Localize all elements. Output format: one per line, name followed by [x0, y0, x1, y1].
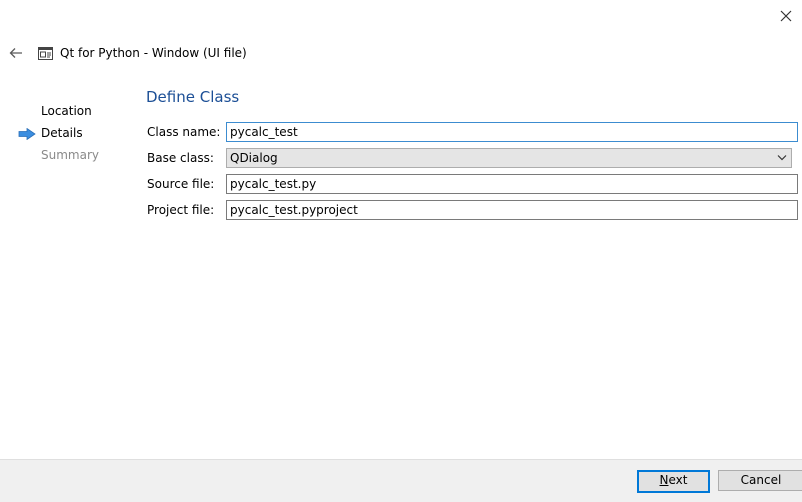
back-arrow-icon — [9, 48, 22, 58]
base-class-select[interactable]: QDialog — [226, 148, 792, 168]
close-button[interactable] — [776, 6, 796, 26]
project-file-input[interactable] — [226, 200, 798, 220]
class-name-label: Class name: — [147, 125, 221, 139]
step-location: Location — [41, 104, 92, 118]
window-app-icon — [38, 47, 53, 60]
next-button[interactable]: Next — [637, 470, 710, 493]
source-file-row: Source file: — [146, 174, 798, 194]
next-mnemonic: N — [659, 473, 669, 487]
button-bar: Next Cancel — [0, 459, 802, 502]
base-class-label: Base class: — [147, 151, 214, 165]
chevron-down-icon — [777, 155, 787, 161]
cancel-button[interactable]: Cancel — [718, 470, 802, 491]
source-file-label: Source file: — [147, 177, 215, 191]
class-name-input[interactable] — [226, 122, 798, 142]
step-details: Details — [41, 126, 83, 140]
back-button[interactable] — [6, 44, 26, 62]
page-title: Define Class — [146, 88, 240, 106]
project-file-row: Project file: — [146, 200, 798, 220]
close-icon — [780, 10, 792, 22]
project-file-label: Project file: — [147, 203, 215, 217]
next-label-rest: ext — [668, 473, 688, 487]
base-class-row: Base class: QDialog — [146, 148, 794, 168]
wizard-title: Qt for Python - Window (UI file) — [60, 46, 247, 60]
source-file-input[interactable] — [226, 174, 798, 194]
class-name-row: Class name: — [146, 122, 798, 142]
step-summary: Summary — [41, 148, 99, 162]
current-step-arrow-icon — [18, 128, 36, 140]
base-class-value: QDialog — [230, 151, 278, 165]
